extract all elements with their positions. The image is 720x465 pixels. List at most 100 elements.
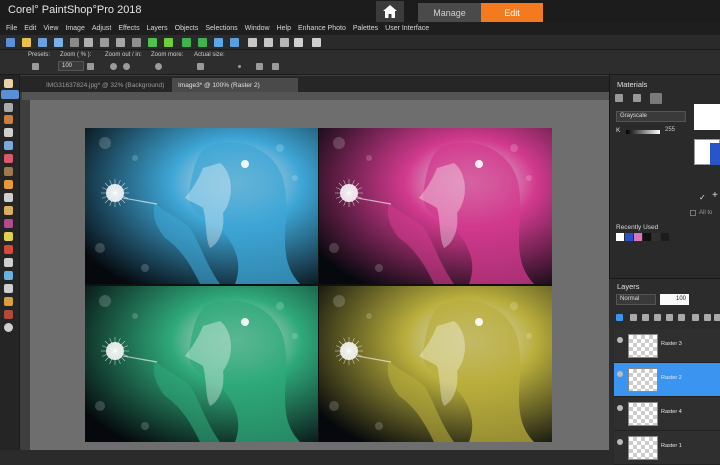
delete-layer-icon[interactable] — [714, 314, 720, 321]
rotate-icon[interactable] — [100, 38, 109, 47]
menu-view[interactable]: View — [43, 25, 58, 32]
recent-color-swatch[interactable] — [661, 233, 669, 241]
text-tool-icon[interactable] — [4, 258, 13, 267]
recent-color-swatch[interactable] — [652, 233, 660, 241]
recent-color-swatch[interactable] — [643, 233, 651, 241]
link-icon[interactable] — [654, 314, 661, 321]
new-group-icon[interactable] — [630, 314, 637, 321]
undo-history-icon[interactable] — [84, 38, 93, 47]
red-eye-tool-icon[interactable] — [4, 154, 13, 163]
layer-raster-2[interactable]: Raster 2 — [614, 363, 720, 397]
recent-color-swatch[interactable] — [616, 233, 624, 241]
visibility-eye-icon[interactable] — [617, 405, 623, 411]
layer-raster-4[interactable]: Raster 4 — [614, 397, 720, 431]
menu-file[interactable]: File — [6, 25, 17, 32]
k-slider[interactable] — [626, 130, 660, 134]
fit-window-icon[interactable] — [280, 38, 289, 47]
back-icon[interactable] — [182, 38, 191, 47]
warp-brush-icon[interactable] — [4, 297, 13, 306]
zoom-spinner-icon[interactable] — [87, 63, 94, 70]
blend-mode-select[interactable]: Normal — [616, 294, 656, 305]
add-tool-icon[interactable] — [4, 323, 13, 332]
menu-effects[interactable]: Effects — [118, 25, 139, 32]
layer-raster-3[interactable]: Raster 3 — [614, 329, 720, 363]
crop-icon[interactable] — [116, 38, 125, 47]
menu-objects[interactable]: Objects — [175, 25, 199, 32]
layer-raster-1[interactable]: Raster 1 — [614, 431, 720, 465]
grid-icon[interactable] — [633, 94, 641, 102]
menu-window[interactable]: Window — [245, 25, 270, 32]
menu-edit[interactable]: Edit — [24, 25, 36, 32]
home-button[interactable] — [376, 1, 404, 22]
shape-tool-icon[interactable] — [4, 271, 13, 280]
save-as-icon[interactable] — [54, 38, 63, 47]
replacer-tool-icon[interactable] — [4, 219, 13, 228]
copy-icon[interactable] — [214, 38, 223, 47]
menu-adjust[interactable]: Adjust — [92, 25, 111, 32]
visibility-eye-icon[interactable] — [617, 371, 623, 377]
menu-selections[interactable]: Selections — [205, 25, 237, 32]
straighten-tool-icon[interactable] — [4, 141, 13, 150]
zoom-more-icon[interactable] — [155, 63, 162, 70]
pick-tool-icon[interactable] — [4, 103, 13, 112]
new-icon[interactable] — [6, 38, 15, 47]
option-icon-b[interactable] — [272, 63, 279, 70]
zoom-out-icon[interactable] — [110, 63, 117, 70]
menu-palettes[interactable]: Palettes — [353, 25, 378, 32]
recent-color-swatch[interactable] — [625, 233, 633, 241]
presets-icon[interactable] — [32, 63, 39, 70]
adjust-layer-icon[interactable] — [678, 314, 685, 321]
paste-icon[interactable] — [230, 38, 239, 47]
zoom-in-icon[interactable] — [123, 63, 130, 70]
zoom-out-icon[interactable] — [264, 38, 273, 47]
new-layer-icon[interactable] — [616, 314, 623, 321]
lock-icon[interactable] — [642, 314, 649, 321]
eraser-tool-icon[interactable] — [4, 206, 13, 215]
layout-icon[interactable] — [294, 38, 303, 47]
properties-icon[interactable] — [704, 314, 711, 321]
visibility-eye-icon[interactable] — [617, 439, 623, 445]
dodge-tool-icon[interactable] — [4, 232, 13, 241]
mask-icon[interactable] — [666, 314, 673, 321]
frame-icon[interactable] — [615, 94, 623, 102]
menu-layers[interactable]: Layers — [147, 25, 168, 32]
recent-color-swatch[interactable] — [634, 233, 642, 241]
swap-icon[interactable]: ✓ — [699, 193, 706, 202]
zoom-percent-input[interactable]: 100 — [58, 61, 84, 71]
brush-tool-icon[interactable] — [4, 180, 13, 189]
option-icon-a[interactable] — [256, 63, 263, 70]
open-icon[interactable] — [22, 38, 31, 47]
opacity-input[interactable]: 100 — [660, 294, 689, 305]
zoom-in-icon[interactable] — [248, 38, 257, 47]
pen-tool-icon[interactable] — [4, 284, 13, 293]
forward-icon[interactable] — [198, 38, 207, 47]
fill-tool-icon[interactable] — [4, 245, 13, 254]
makeover-tool-icon[interactable] — [4, 167, 13, 176]
workspace-menu-icon[interactable] — [312, 38, 321, 47]
all-tools-checkbox[interactable] — [690, 210, 696, 216]
color-picker-icon[interactable] — [650, 93, 662, 104]
redo-icon[interactable] — [148, 38, 157, 47]
menu-image[interactable]: Image — [65, 25, 84, 32]
color-mode-select[interactable]: Grayscale — [616, 111, 686, 122]
document-tab-image3[interactable]: Image3* @ 100% (Raster 2) — [172, 78, 298, 92]
save-icon[interactable] — [38, 38, 47, 47]
background-swatch[interactable] — [710, 143, 720, 165]
undo-icon[interactable] — [164, 38, 173, 47]
menu-help[interactable]: Help — [277, 25, 291, 32]
tab-manage[interactable]: Manage — [418, 3, 481, 22]
pan-tool-icon[interactable] — [4, 79, 13, 88]
selection-tool-icon[interactable] — [4, 115, 13, 124]
crop-tool-icon[interactable] — [4, 128, 13, 137]
white-swatch[interactable] — [694, 104, 720, 130]
clone-tool-icon[interactable] — [4, 193, 13, 202]
merge-icon[interactable] — [692, 314, 699, 321]
menu-enhance-photo[interactable]: Enhance Photo — [298, 25, 346, 32]
canvas-image[interactable] — [85, 128, 552, 442]
tab-edit[interactable]: Edit — [481, 3, 543, 22]
add-icon[interactable]: + — [712, 190, 718, 201]
actual-size-icon[interactable] — [197, 63, 204, 70]
print-icon[interactable] — [70, 38, 79, 47]
k-value[interactable]: 255 — [665, 127, 675, 133]
document-tab-img31637824[interactable]: IMG31637824.jpg* @ 32% (Background) — [40, 79, 170, 91]
